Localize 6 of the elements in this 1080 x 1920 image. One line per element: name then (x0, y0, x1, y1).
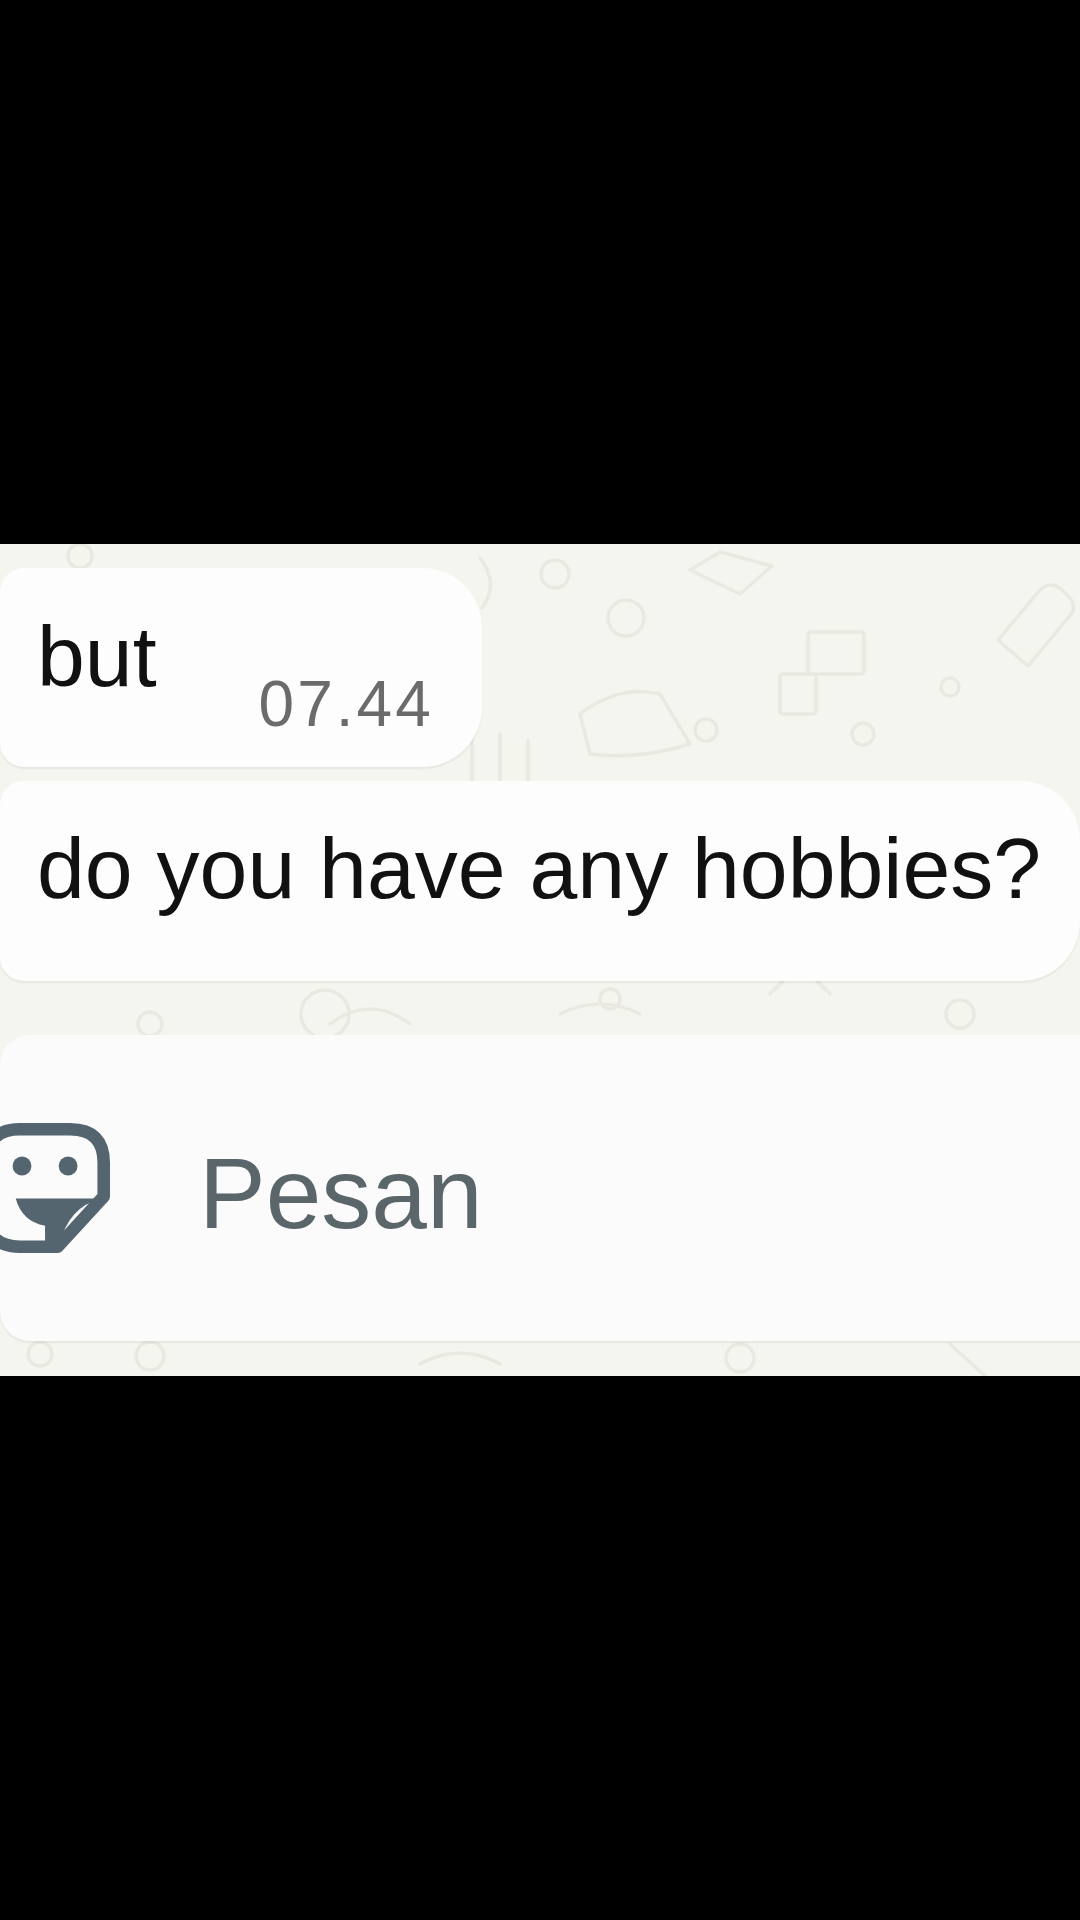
message-time: 07.44 (258, 668, 434, 742)
sticker-icon[interactable] (0, 1122, 110, 1253)
message-input-field[interactable]: Pesan (199, 1134, 1080, 1253)
message-text: but (37, 607, 157, 706)
message-composer[interactable]: Pesan (0, 1034, 1080, 1341)
message-text: do you have any hobbies? (37, 818, 1042, 918)
